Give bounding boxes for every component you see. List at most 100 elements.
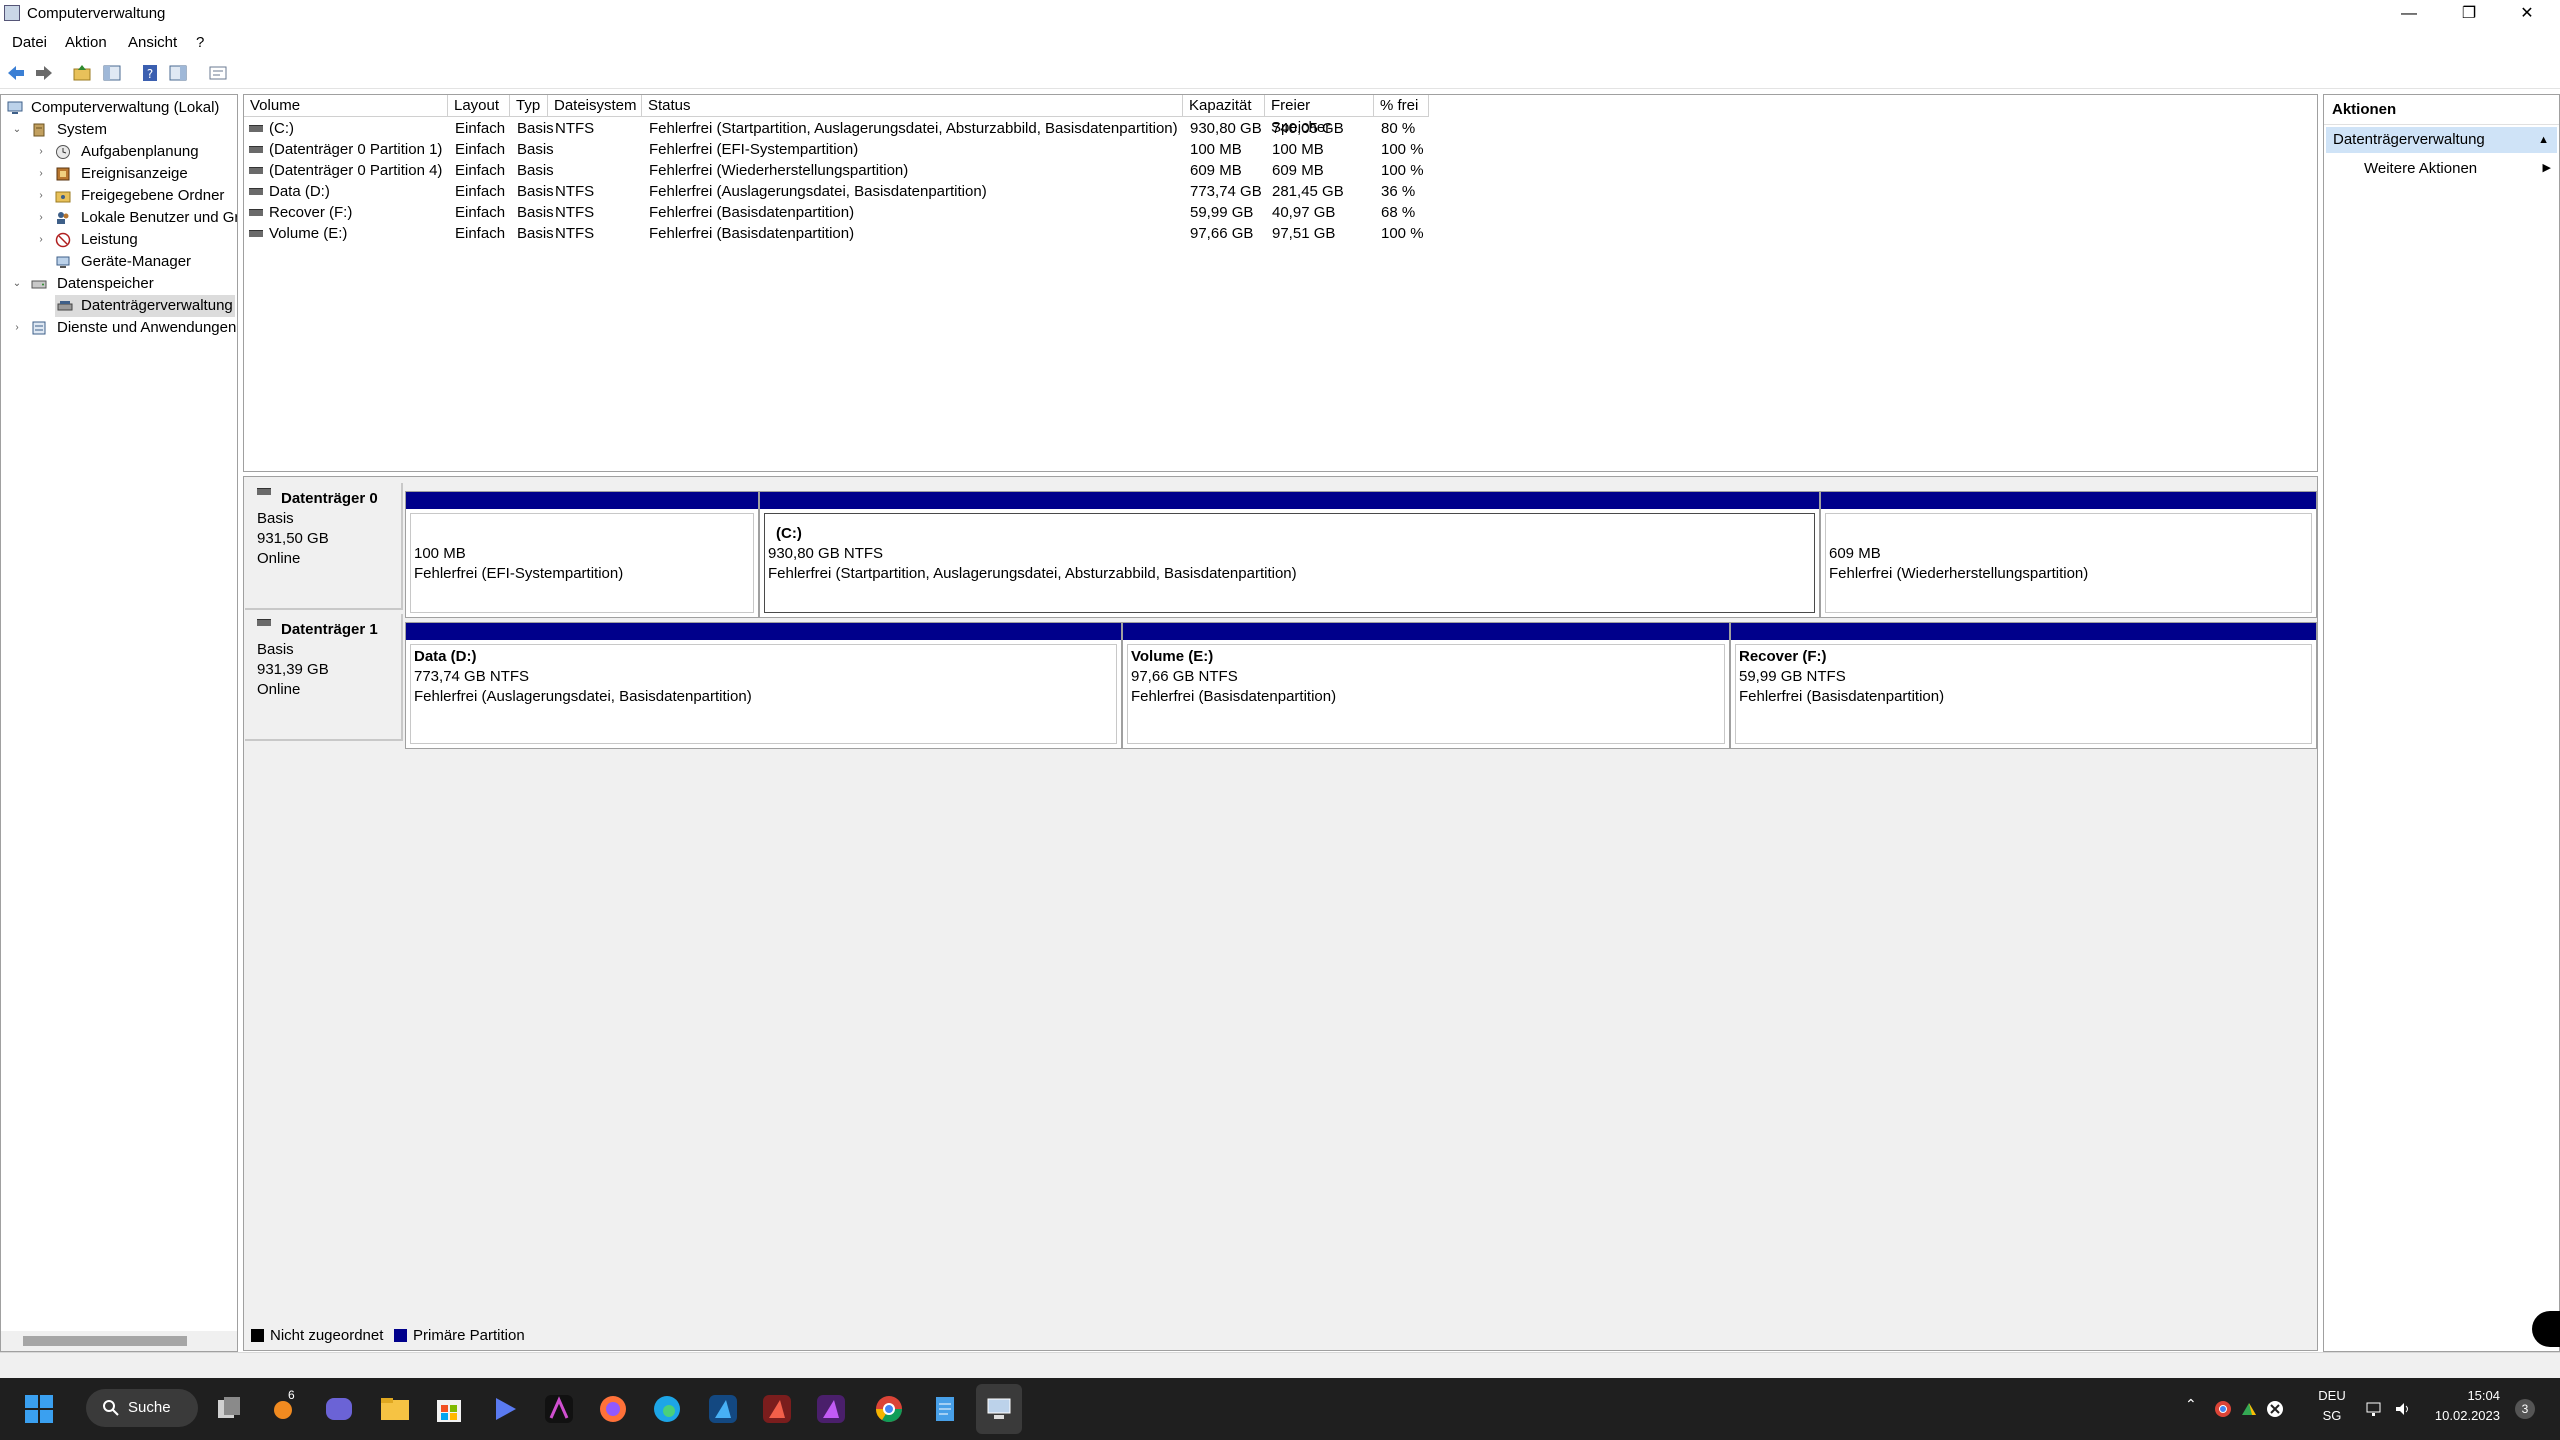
chevron-right-icon[interactable]: › — [35, 207, 47, 229]
column-header-type[interactable]: Typ — [510, 95, 548, 117]
disk-1-label[interactable]: Datenträger 1 Basis 931,39 GB Online — [245, 614, 403, 741]
search-icon — [103, 1400, 119, 1416]
up-folder-icon[interactable] — [72, 63, 92, 83]
more-actions-item[interactable]: Weitere Aktionen — [2364, 157, 2477, 181]
weather-icon[interactable] — [268, 1392, 302, 1426]
language-indicator[interactable]: DEU — [2314, 1388, 2350, 1403]
column-header-filesystem[interactable]: Dateisystem — [548, 95, 642, 117]
table-row[interactable]: Volume (E:) Einfach Basis NTFS Fehlerfre… — [244, 223, 1429, 244]
chevron-right-icon[interactable]: › — [11, 317, 23, 339]
navigation-tree: Computerverwaltung (Lokal) ⌄ System › Au… — [0, 94, 238, 1352]
menu-datei[interactable]: Datei — [12, 34, 47, 51]
partition-c[interactable]: (C:) 930,80 GB NTFS Fehlerfrei (Startpar… — [759, 491, 1820, 618]
back-arrow-icon[interactable] — [6, 63, 26, 83]
disk-icon — [257, 619, 271, 626]
tree-item-system[interactable]: ⌄ System — [11, 119, 231, 141]
toolbar: ? — [0, 58, 2560, 89]
close-button[interactable]: ✕ — [2498, 0, 2556, 28]
partition-e[interactable]: Volume (E:) 97,66 GB NTFS Fehlerfrei (Ba… — [1122, 622, 1730, 749]
column-header-capacity[interactable]: Kapazität — [1183, 95, 1265, 117]
volume-icon[interactable] — [2394, 1400, 2412, 1418]
menu-aktion[interactable]: Aktion — [65, 34, 107, 51]
drive-icon — [249, 188, 263, 195]
show-hide-tree-icon[interactable] — [102, 63, 122, 83]
cell-capacity: 930,80 GB — [1190, 120, 1262, 137]
chevron-down-icon[interactable]: ⌄ — [11, 119, 23, 141]
primary-partition-bar — [1731, 623, 2316, 640]
disk-0-partitions: 100 MB Fehlerfrei (EFI-Systempartition) … — [405, 491, 2317, 618]
affinity-publisher-icon[interactable] — [760, 1392, 794, 1426]
cell-layout: Einfach — [455, 225, 506, 242]
disk-icon — [257, 488, 271, 495]
restore-button[interactable]: ❐ — [2440, 0, 2498, 28]
column-header-volume[interactable]: Volume — [244, 95, 448, 117]
taskbar-search[interactable]: Suche — [86, 1389, 198, 1427]
column-header-layout[interactable]: Layout — [448, 95, 510, 117]
table-row[interactable]: Recover (F:) Einfach Basis NTFS Fehlerfr… — [244, 202, 1429, 223]
file-explorer-icon[interactable] — [378, 1392, 412, 1426]
clock-date[interactable]: 10.02.2023 — [2420, 1408, 2500, 1423]
properties-icon[interactable] — [208, 63, 228, 83]
chevron-right-icon[interactable]: › — [35, 185, 47, 207]
partition-recovery[interactable]: 609 MB Fehlerfrei (Wiederherstellungspar… — [1820, 491, 2317, 618]
scrollbar-thumb[interactable] — [23, 1336, 187, 1346]
system-tools-icon — [33, 123, 45, 137]
tree-item-disk-management[interactable]: Datenträgerverwaltung — [55, 295, 235, 317]
partition-status: Fehlerfrei (Basisdatenpartition) — [1739, 688, 1945, 705]
partition-d[interactable]: Data (D:) 773,74 GB NTFS Fehlerfrei (Aus… — [405, 622, 1122, 749]
partition-efi[interactable]: 100 MB Fehlerfrei (EFI-Systempartition) — [405, 491, 759, 618]
task-view-icon[interactable] — [212, 1392, 246, 1426]
computer-management-taskbar-icon[interactable] — [982, 1392, 1016, 1426]
side-panel-toggle-icon[interactable] — [2532, 1311, 2560, 1347]
menu-help[interactable]: ? — [196, 34, 204, 51]
chrome-tray-icon[interactable] — [2214, 1400, 2232, 1418]
drive-icon — [249, 230, 263, 237]
column-header-percent-free[interactable]: % frei — [1374, 95, 1429, 117]
power-automate-icon[interactable] — [488, 1392, 522, 1426]
partition-f[interactable]: Recover (F:) 59,99 GB NTFS Fehlerfrei (B… — [1730, 622, 2317, 749]
notepad-icon[interactable] — [928, 1392, 962, 1426]
cell-capacity: 100 MB — [1190, 141, 1242, 158]
drive-sync-icon[interactable] — [2240, 1400, 2258, 1418]
column-header-free-space[interactable]: Freier Speicher — [1265, 95, 1374, 136]
affinity-icon[interactable] — [542, 1392, 576, 1426]
tree-horizontal-scrollbar[interactable] — [1, 1331, 237, 1351]
minimize-button[interactable]: — — [2380, 0, 2438, 28]
notification-badge[interactable]: 3 — [2515, 1399, 2535, 1419]
menu-ansicht[interactable]: Ansicht — [128, 34, 177, 51]
teams-chat-icon[interactable] — [322, 1392, 356, 1426]
forward-arrow-icon[interactable] — [34, 63, 54, 83]
primary-partition-bar — [406, 623, 1121, 640]
clock-time[interactable]: 15:04 — [2420, 1388, 2500, 1403]
chevron-right-icon[interactable]: › — [35, 163, 47, 185]
disk-0-label[interactable]: Datenträger 0 Basis 931,50 GB Online — [245, 483, 403, 610]
column-header-status[interactable]: Status — [642, 95, 1183, 117]
cell-layout: Einfach — [455, 141, 506, 158]
edge-icon[interactable] — [650, 1392, 684, 1426]
table-row[interactable]: (Datenträger 0 Partition 4) Einfach Basi… — [244, 160, 1429, 181]
table-row[interactable]: (Datenträger 0 Partition 1) Einfach Basi… — [244, 139, 1429, 160]
cell-capacity: 59,99 GB — [1190, 204, 1254, 221]
network-icon[interactable] — [2366, 1400, 2384, 1418]
firefox-icon[interactable] — [596, 1392, 630, 1426]
chevron-right-icon[interactable]: › — [35, 229, 47, 251]
windows-start-icon[interactable] — [22, 1392, 56, 1426]
help-icon[interactable]: ? — [140, 63, 160, 83]
cell-status: Fehlerfrei (Wiederherstellungspartition) — [649, 162, 909, 179]
chrome-icon[interactable] — [872, 1392, 906, 1426]
sync-tray-icon[interactable] — [2266, 1400, 2284, 1418]
chevron-right-icon[interactable]: › — [35, 141, 47, 163]
actions-section-disk-management[interactable]: Datenträgerverwaltung ▲ — [2326, 127, 2557, 153]
table-row[interactable]: Data (D:) Einfach Basis NTFS Fehlerfrei … — [244, 181, 1429, 202]
microsoft-store-icon[interactable] — [432, 1392, 466, 1426]
chevron-down-icon[interactable]: ⌄ — [11, 273, 23, 295]
disk-size: 931,50 GB — [257, 530, 329, 547]
region-indicator[interactable]: SG — [2314, 1408, 2350, 1423]
show-hide-action-pane-icon[interactable] — [168, 63, 188, 83]
affinity-designer-icon[interactable] — [706, 1392, 740, 1426]
table-row[interactable]: (C:) Einfach Basis NTFS Fehlerfrei (Star… — [244, 118, 1429, 139]
affinity-photo-icon[interactable] — [814, 1392, 848, 1426]
menu-bar: Datei Aktion Ansicht ? — [0, 32, 2560, 54]
chevron-up-icon[interactable]: ⌃ — [2185, 1396, 2197, 1413]
collapse-up-icon[interactable]: ▲ — [2538, 127, 2549, 153]
